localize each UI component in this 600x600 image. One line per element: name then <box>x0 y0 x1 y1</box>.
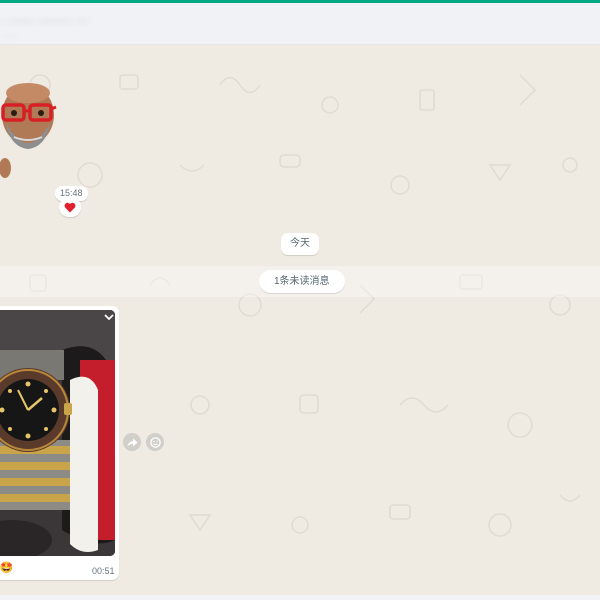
photo-message-bubble[interactable]: s! 🤩 00:51 <box>0 306 119 580</box>
composer-edge <box>0 595 600 600</box>
heart-reaction[interactable] <box>59 198 81 217</box>
unread-messages-divider: 1条未读消息 <box>259 270 345 293</box>
message-list[interactable]: 15:48 今天 1条未读消息 🤩 00:51 <box>0 45 600 600</box>
chat-header[interactable]: · ······ ········ ··· ······ <box>0 3 600 45</box>
forward-icon <box>127 438 137 446</box>
photo-timestamp: 00:51 <box>92 566 115 576</box>
memoji-sticker[interactable] <box>0 65 68 180</box>
wristwatch-photo[interactable] <box>0 310 115 556</box>
date-divider: 今天 <box>281 233 319 255</box>
chat-subtitle: ······ <box>0 31 20 42</box>
react-button[interactable] <box>146 433 164 451</box>
emoji-react-icon <box>149 436 161 448</box>
photo-caption: s! 🤩 <box>0 562 14 574</box>
chevron-down-icon[interactable] <box>102 310 116 324</box>
chat-title: · ······ ········ ··· <box>0 13 89 28</box>
heart-icon <box>64 202 76 213</box>
forward-button[interactable] <box>123 433 141 451</box>
